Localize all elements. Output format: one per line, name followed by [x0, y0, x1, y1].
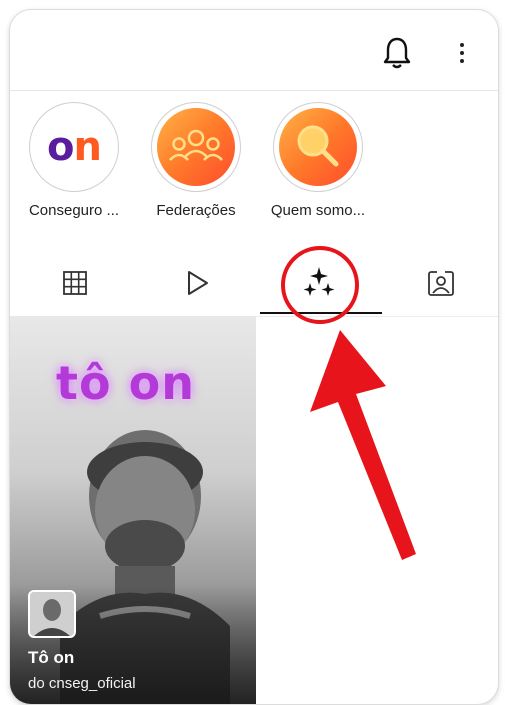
reel-thumbnail [28, 590, 76, 638]
on-logo-n: n [73, 124, 103, 170]
highlight-label: Conseguro ... [28, 202, 120, 219]
highlight-ring [273, 102, 363, 192]
highlight-ring [151, 102, 241, 192]
profile-tabs [10, 250, 498, 317]
tagged-person-icon [428, 270, 454, 296]
top-bar [10, 10, 498, 91]
highlight-conseguro[interactable]: on Conseguro ... [14, 102, 134, 219]
reel-byline: do cnseg_oficial [28, 675, 136, 692]
people-icon [157, 108, 235, 186]
on-logo-o: o [47, 124, 75, 170]
on-logo: on [35, 108, 113, 186]
tab-posts[interactable] [14, 250, 136, 316]
content-grid: tô on Tô on do cnseg_oficial [10, 316, 498, 704]
tab-tagged[interactable] [380, 250, 498, 316]
app-frame: on Conseguro ... Federações Quem somo...… [9, 9, 499, 705]
annotation-arrow [310, 330, 416, 560]
grid-icon [63, 271, 87, 295]
story-highlights: on Conseguro ... Federações Quem somo... [10, 102, 498, 242]
more-vertical-icon[interactable] [455, 40, 469, 66]
reel-overlay-text: tô on [56, 356, 195, 410]
highlight-federacoes[interactable]: Federações [136, 102, 256, 219]
annotation-circle [281, 246, 359, 324]
bell-icon[interactable] [382, 36, 412, 70]
play-icon [188, 271, 208, 295]
tab-reels[interactable] [136, 250, 258, 316]
highlight-label: Federações [156, 202, 236, 219]
highlight-label: Quem somo... [270, 202, 366, 219]
highlight-ring: on [29, 102, 119, 192]
highlight-quem-somos[interactable]: Quem somo... [258, 102, 378, 219]
reel-tile[interactable]: tô on Tô on do cnseg_oficial [10, 316, 256, 704]
reel-title: Tô on [28, 648, 75, 667]
magnifier-icon [279, 108, 357, 186]
